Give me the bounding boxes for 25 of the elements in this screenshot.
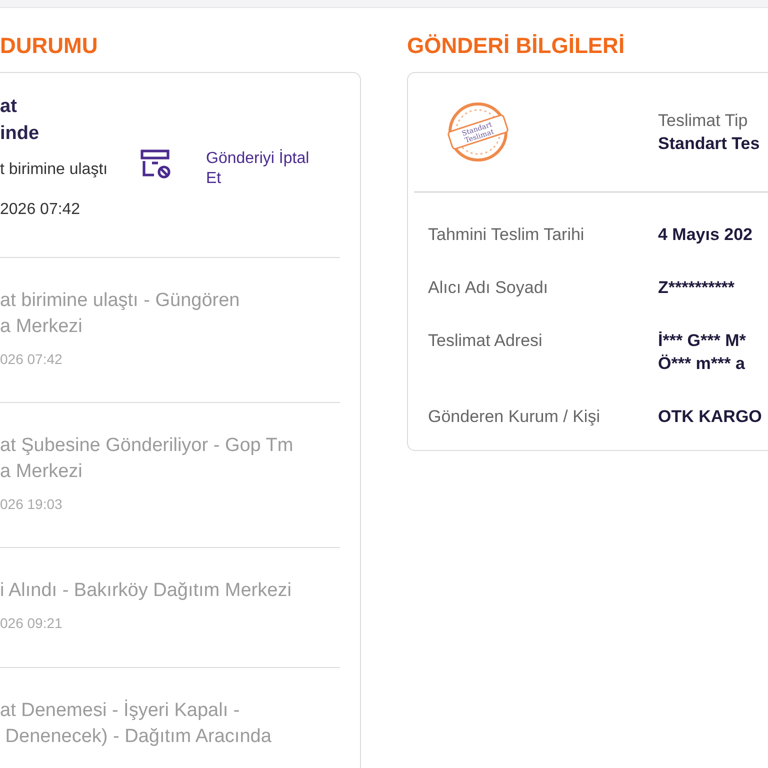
info-label: Alıcı Adı Soyadı xyxy=(428,277,550,299)
history-date: 026 19:03 xyxy=(0,495,64,513)
status-title: inde xyxy=(0,122,40,146)
history-date: 026 07:42 xyxy=(0,350,64,368)
delivery-type-label: Teslimat Tip xyxy=(658,110,749,132)
info-value: 4 Mayıs 202 xyxy=(658,224,753,246)
info-value: İ*** G*** M* Ö*** m*** a xyxy=(658,330,746,375)
info-label: Gönderen Kurum / Kişi xyxy=(428,406,601,428)
info-value: Z********** xyxy=(658,277,735,299)
info-label: Teslimat Adresi xyxy=(428,330,544,352)
history-title: at Denemesi - İşyeri Kapalı - Denenecek) - Dağıtım Aracında xyxy=(0,698,272,749)
status-text: t birimine ulaştı xyxy=(0,160,109,180)
info-label: Tahmini Teslim Tarihi xyxy=(428,224,586,246)
info-value: OTK KARGO xyxy=(658,406,762,428)
section-title: DURUMU xyxy=(0,34,99,58)
cancel-package-icon[interactable] xyxy=(140,149,172,179)
history-title: at Şubesine Gönderiliyor - Gop Tm a Merkezi xyxy=(0,434,294,484)
section-title: GÖNDERİ BİLGİLERİ xyxy=(407,34,626,58)
history-title: i Alındı - Bakırköy Dağıtım Merkezi xyxy=(0,579,292,603)
history-date: 026 09:21 xyxy=(0,614,64,632)
delivery-type-value: Standart Tes xyxy=(658,133,760,155)
cancel-shipment-link[interactable]: Gönderiyi İptal Et xyxy=(206,149,326,189)
status-title: at xyxy=(0,95,18,119)
history-title: at birimine ulaştı - Güngören a Merkezi xyxy=(0,289,241,339)
status-date: 2026 07:42 xyxy=(0,200,82,220)
